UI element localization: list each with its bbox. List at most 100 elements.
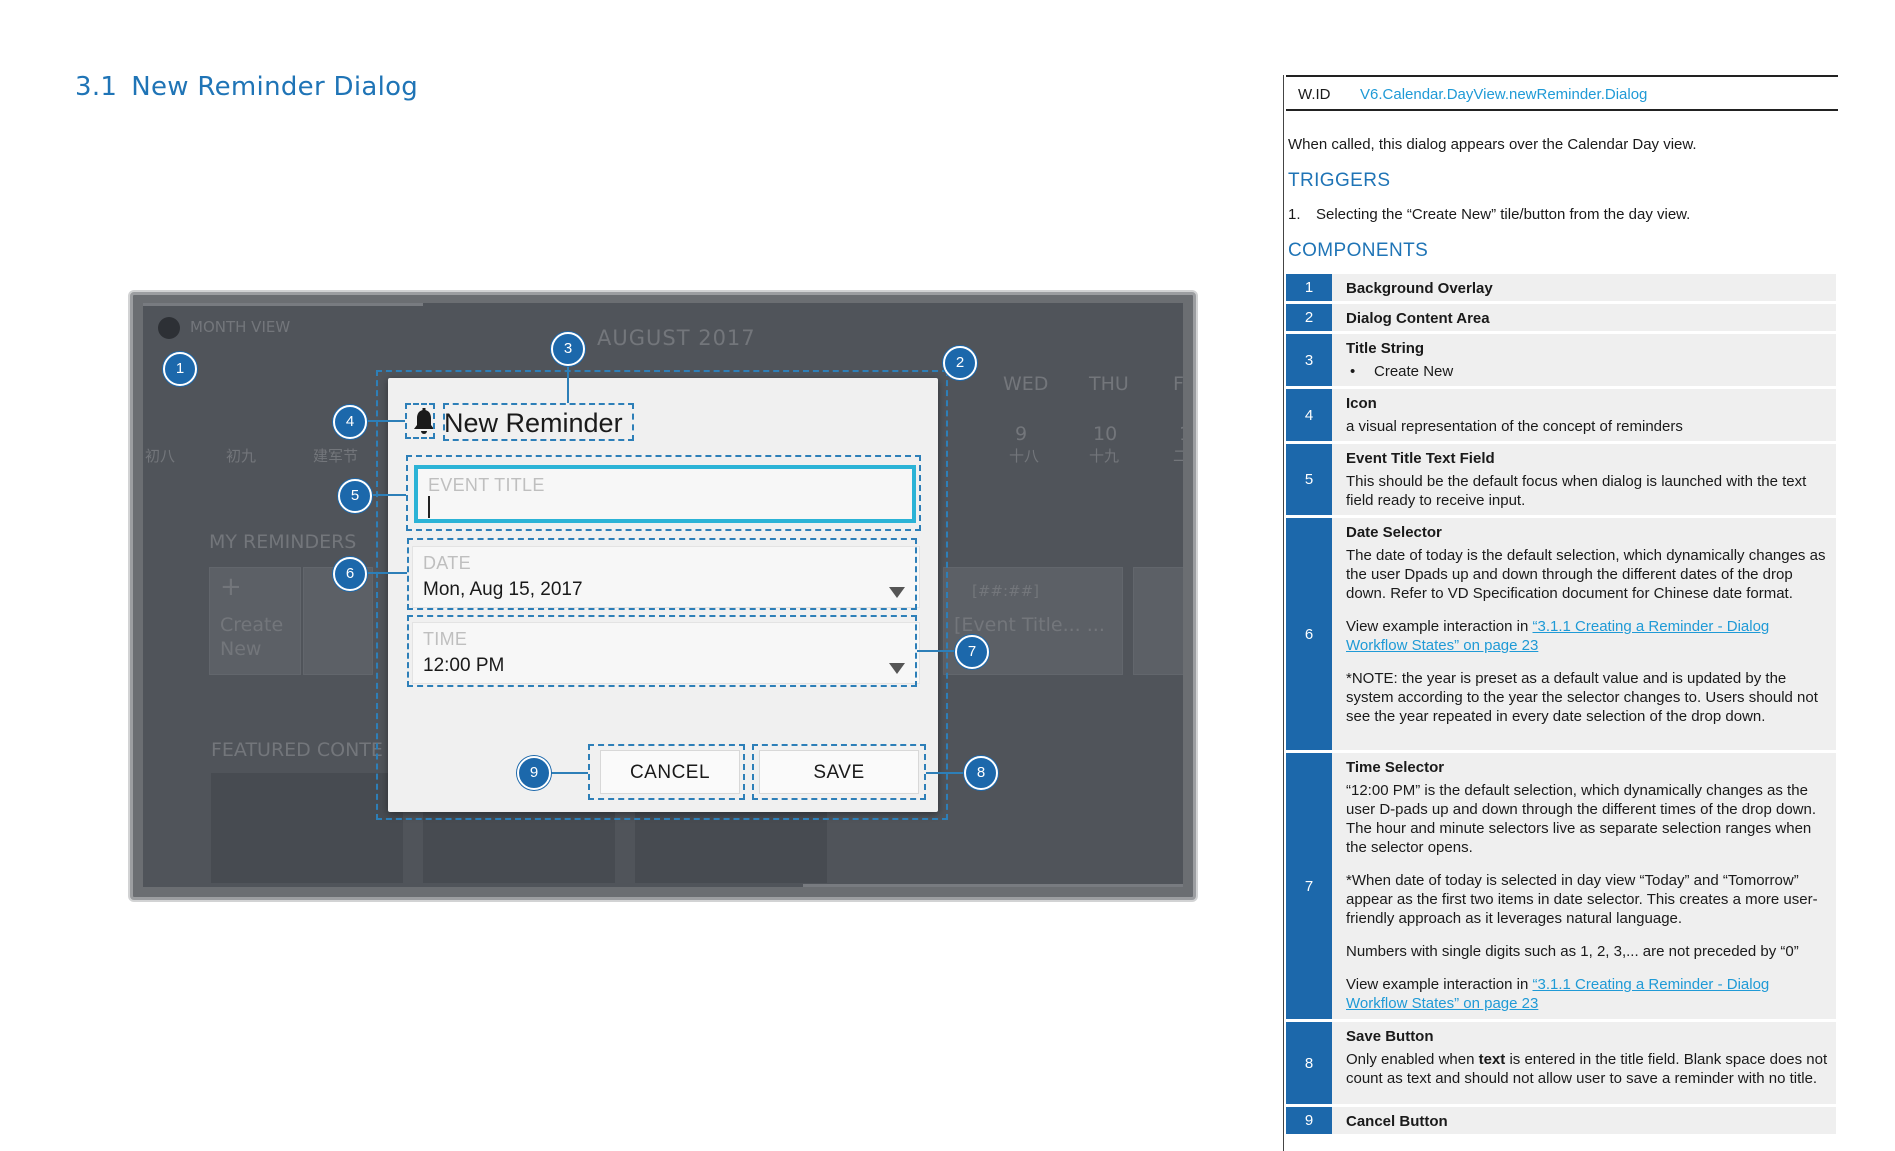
marker-9: 9 [517, 756, 551, 790]
trigger-text: Selecting the “Create New” tile/button f… [1316, 206, 1691, 223]
day-num-10[interactable]: 10 [1093, 423, 1117, 445]
reminder-tile-right[interactable] [1133, 567, 1183, 675]
section-title-text: New Reminder Dialog [131, 72, 419, 102]
component-number: 8 [1286, 1022, 1332, 1104]
marker-8: 8 [964, 756, 998, 790]
component-title: Event Title Text Field [1346, 450, 1495, 467]
featured-tile-1[interactable] [211, 773, 403, 883]
marker-1: 1 [163, 352, 197, 386]
trigger-item: 1. Selecting the “Create New” tile/button… [1288, 206, 1690, 223]
component-row-7: 7 Time Selector “12:00 PM” is the defaul… [1286, 753, 1836, 1019]
date-outline [407, 538, 917, 610]
component-note-2: Numbers with single digits such as 1, 2,… [1346, 943, 1799, 960]
component-row-2: 2 Dialog Content Area [1286, 304, 1836, 331]
component-number: 9 [1286, 1107, 1332, 1134]
component-desc: This should be the default focus when di… [1346, 473, 1807, 509]
marker-2: 2 [943, 346, 977, 380]
component-row-8: 8 Save Button Only enabled when text is … [1286, 1022, 1836, 1104]
cancel-outline [588, 744, 745, 800]
leader-9 [550, 772, 588, 774]
component-row-6: 6 Date Selector The date of today is the… [1286, 518, 1836, 750]
component-title: Title String [1346, 340, 1425, 357]
weekday-thu: THU [1089, 373, 1129, 395]
bottom-progress-line [803, 884, 1183, 887]
component-number: 1 [1286, 274, 1332, 301]
lunar-19: 十九 [1089, 447, 1120, 465]
save-outline [752, 744, 926, 800]
create-label-2: New [220, 638, 262, 660]
leader-3 [567, 363, 569, 403]
weekday-fri: F [1173, 373, 1183, 395]
marker-6: 6 [333, 557, 367, 591]
widget-id-row: W.ID V6.Calendar.DayView.newReminder.Dia… [1286, 75, 1838, 111]
event-title-outline [406, 455, 921, 531]
leader-6 [366, 572, 407, 574]
create-new-tile[interactable]: + Create New [209, 567, 301, 675]
day-num-9[interactable]: 9 [1015, 423, 1027, 445]
component-desc: The date of today is the default selecti… [1346, 547, 1826, 602]
component-bullet: • Create New [1350, 363, 1454, 380]
component-desc: Only enabled when text is entered in the… [1346, 1051, 1828, 1087]
component-number: 7 [1286, 753, 1332, 1019]
component-title: Cancel Button [1346, 1113, 1448, 1130]
component-number: 6 [1286, 518, 1332, 750]
my-reminders-heading: MY REMINDERS [209, 531, 357, 553]
day-num-11[interactable]: 1 [1179, 423, 1183, 445]
component-title: Save Button [1346, 1028, 1434, 1045]
top-progress-line [143, 303, 423, 306]
section-title: 3.1 New Reminder Dialog [75, 72, 418, 102]
component-note: *When date of today is selected in day v… [1346, 872, 1818, 927]
lunar-18: 十八 [1009, 447, 1040, 465]
marker-7: 7 [955, 635, 989, 669]
intro-text: When called, this dialog appears over th… [1288, 136, 1697, 153]
month-title: AUGUST 2017 [597, 326, 756, 350]
component-row-4: 4 Icon a visual representation of the co… [1286, 389, 1836, 441]
lunar-left-2: 初九 [226, 447, 257, 465]
marker-3: 3 [551, 332, 585, 366]
component-number: 3 [1286, 334, 1332, 386]
featured-content-heading: FEATURED CONTE [211, 739, 383, 761]
wid-key: W.ID [1298, 86, 1331, 103]
event-tile-time: [##:##] [972, 582, 1040, 600]
leader-8 [926, 772, 964, 774]
marker-4: 4 [333, 405, 367, 439]
components-heading: COMPONENTS [1288, 240, 1429, 261]
component-number: 4 [1286, 389, 1332, 441]
icon-outline [405, 403, 435, 439]
component-link-line: View example interaction in “3.1.1 Creat… [1346, 618, 1770, 654]
leader-4 [366, 420, 405, 422]
marker-5: 5 [338, 479, 372, 513]
component-number: 2 [1286, 304, 1332, 331]
component-link-line: View example interaction in “3.1.1 Creat… [1346, 976, 1770, 1012]
lunar-20: 二 [1173, 447, 1183, 465]
weekday-wed: WED [1003, 373, 1049, 395]
plus-icon: + [220, 572, 242, 602]
create-label-1: Create [220, 614, 284, 636]
back-icon[interactable] [158, 317, 180, 339]
component-row-3: 3 Title String • Create New [1286, 334, 1836, 386]
component-desc: a visual representation of the concept o… [1346, 418, 1683, 435]
wid-value: V6.Calendar.DayView.newReminder.Dialog [1360, 86, 1648, 103]
time-outline [407, 615, 917, 687]
component-title: Dialog Content Area [1346, 310, 1490, 327]
leader-5 [372, 494, 406, 496]
lunar-left-1: 初八 [145, 447, 176, 465]
component-number: 5 [1286, 444, 1332, 515]
component-title: Background Overlay [1346, 280, 1493, 297]
component-title: Icon [1346, 395, 1377, 412]
section-number: 3.1 [75, 72, 118, 102]
component-title: Time Selector [1346, 759, 1445, 776]
title-outline [443, 403, 634, 441]
component-note: *NOTE: the year is preset as a default v… [1346, 670, 1818, 725]
component-row-1: 1 Background Overlay [1286, 274, 1836, 301]
trigger-number: 1. [1288, 206, 1301, 223]
lunar-left-3: 建军节 [313, 447, 359, 465]
panel-divider [1283, 75, 1284, 1151]
component-title: Date Selector [1346, 524, 1442, 541]
component-row-9: 9 Cancel Button [1286, 1107, 1836, 1134]
month-view-label[interactable]: MONTH VIEW [190, 318, 290, 336]
component-row-5: 5 Event Title Text Field This should be … [1286, 444, 1836, 515]
event-tile-title: [Event Title... ... [954, 614, 1105, 636]
leader-7 [917, 650, 955, 652]
triggers-heading: TRIGGERS [1288, 170, 1391, 191]
